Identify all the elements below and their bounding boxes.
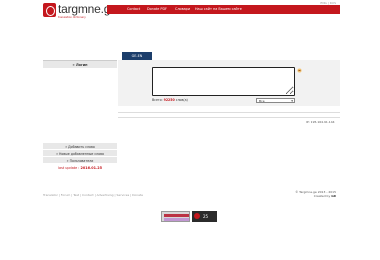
created-by: Created by GR [295, 194, 336, 198]
update-label: last update : [58, 165, 80, 170]
header: targmne.ge translation dictionary ENG | … [0, 0, 380, 22]
logo-tagline: translation dictionary [58, 16, 86, 19]
tab-language-pair[interactable]: GE-EN [122, 52, 152, 60]
counter-value: 25 [203, 214, 209, 219]
top-ge-counter-badge[interactable] [161, 211, 190, 222]
login-label: » Логин [72, 62, 88, 67]
sidebar-item-add-word[interactable]: » Добавить слово [43, 143, 117, 150]
result-area [118, 112, 340, 118]
visits-counter-badge[interactable]: 25 [192, 211, 217, 222]
translation-input[interactable] [152, 67, 295, 96]
nav-widget[interactable]: Наш сайт на Вашем сайте [195, 7, 242, 11]
created-by-label: Created by [313, 194, 331, 198]
counter-logo-icon [194, 213, 200, 219]
count-prefix: Всего: [152, 98, 163, 102]
sidebar-menu: » Добавить слово » Новые добавленные сло… [43, 143, 117, 171]
ip-address: IP: 195.164.91.144 [306, 120, 335, 124]
dictionary-select[interactable]: Все [256, 98, 295, 103]
sidebar-item-new-words[interactable]: » Новые добавленные слова [43, 150, 117, 157]
nav-donate[interactable]: Donate PDF [147, 7, 167, 11]
counter-bar [164, 214, 189, 217]
count-value: 92250 [163, 98, 175, 102]
nav-contact[interactable]: Contact [127, 7, 140, 11]
last-update: last update : 2016.01.25 [43, 164, 117, 171]
sidebar-item-users[interactable]: » Пользователи [43, 157, 117, 164]
counter-bar-secondary [164, 218, 189, 221]
logo-icon [43, 3, 56, 17]
footer-copyright: © Targmne.ge 2013 - 2015 Created by GR [295, 190, 336, 198]
keyboard-icon[interactable] [297, 68, 302, 73]
footer-links[interactable]: Translator | Forum | Test | Contact | Ad… [43, 193, 143, 197]
update-date: 2016.01.25 [80, 165, 102, 170]
count-suffix: слов(а) [175, 98, 188, 102]
login-button[interactable]: » Логин [43, 60, 117, 68]
top-nav: Contact Donate PDF Словари Наш сайт на В… [107, 5, 340, 14]
nav-dictionaries[interactable]: Словари [175, 7, 190, 11]
site-logo[interactable]: targmne.ge translation dictionary [43, 2, 117, 21]
created-by-name[interactable]: GR [331, 194, 336, 198]
word-count: Всего: 92250 слов(а) [152, 98, 188, 102]
